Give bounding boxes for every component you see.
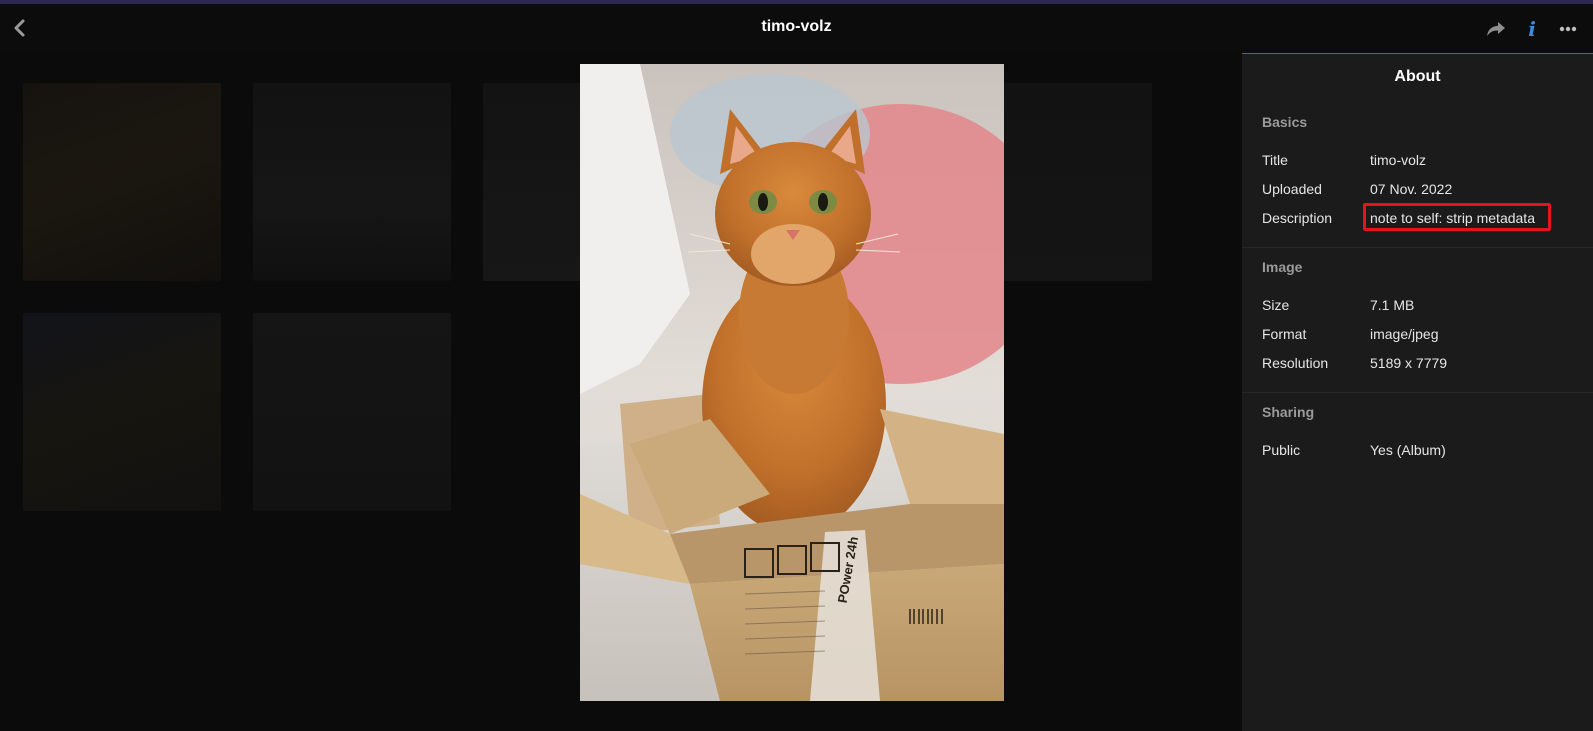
more-horizontal-icon [1559, 26, 1577, 32]
gallery-thumbnail[interactable] [253, 83, 451, 281]
gallery-thumbnail[interactable] [23, 313, 221, 511]
section-heading-sharing: Sharing [1262, 404, 1315, 420]
title-value: timo-volz [1370, 152, 1427, 168]
info-icon: i [1528, 17, 1536, 41]
about-panel-title: About [1394, 68, 1441, 85]
description-label: Description [1262, 210, 1333, 226]
public-value: Yes (Album) [1370, 442, 1446, 458]
header-actions: i [1485, 18, 1579, 40]
viewer-header: timo-volz i [0, 4, 1593, 52]
gallery-thumbnail[interactable] [997, 83, 1152, 281]
photo-title: timo-volz [761, 18, 832, 35]
section-divider [1242, 392, 1593, 393]
size-label: Size [1262, 297, 1290, 313]
format-label: Format [1262, 326, 1307, 342]
gallery-thumbnail[interactable] [253, 313, 451, 511]
photo-view[interactable]: POwer 24h [580, 64, 1004, 701]
about-panel: About Basics Title timo-volz Uploaded 07… [1242, 53, 1593, 731]
share-arrow-icon [1487, 22, 1505, 36]
uploaded-value: 07 Nov. 2022 [1370, 181, 1453, 197]
info-button[interactable]: i [1521, 18, 1543, 40]
title-label: Title [1262, 152, 1288, 168]
size-value: 7.1 MB [1370, 297, 1415, 313]
section-heading-basics: Basics [1262, 114, 1308, 130]
section-heading-image: Image [1262, 259, 1303, 275]
uploaded-label: Uploaded [1262, 181, 1322, 197]
more-button[interactable] [1557, 18, 1579, 40]
resolution-value: 5189 x 7779 [1370, 355, 1448, 371]
cat-in-box-photo: POwer 24h [580, 64, 1004, 701]
public-label: Public [1262, 442, 1301, 458]
section-divider [1242, 247, 1593, 248]
description-value: note to self: strip metadata [1370, 210, 1535, 226]
resolution-label: Resolution [1262, 355, 1329, 371]
format-value: image/jpeg [1370, 326, 1439, 342]
share-button[interactable] [1485, 18, 1507, 40]
gallery-thumbnail[interactable] [23, 83, 221, 281]
